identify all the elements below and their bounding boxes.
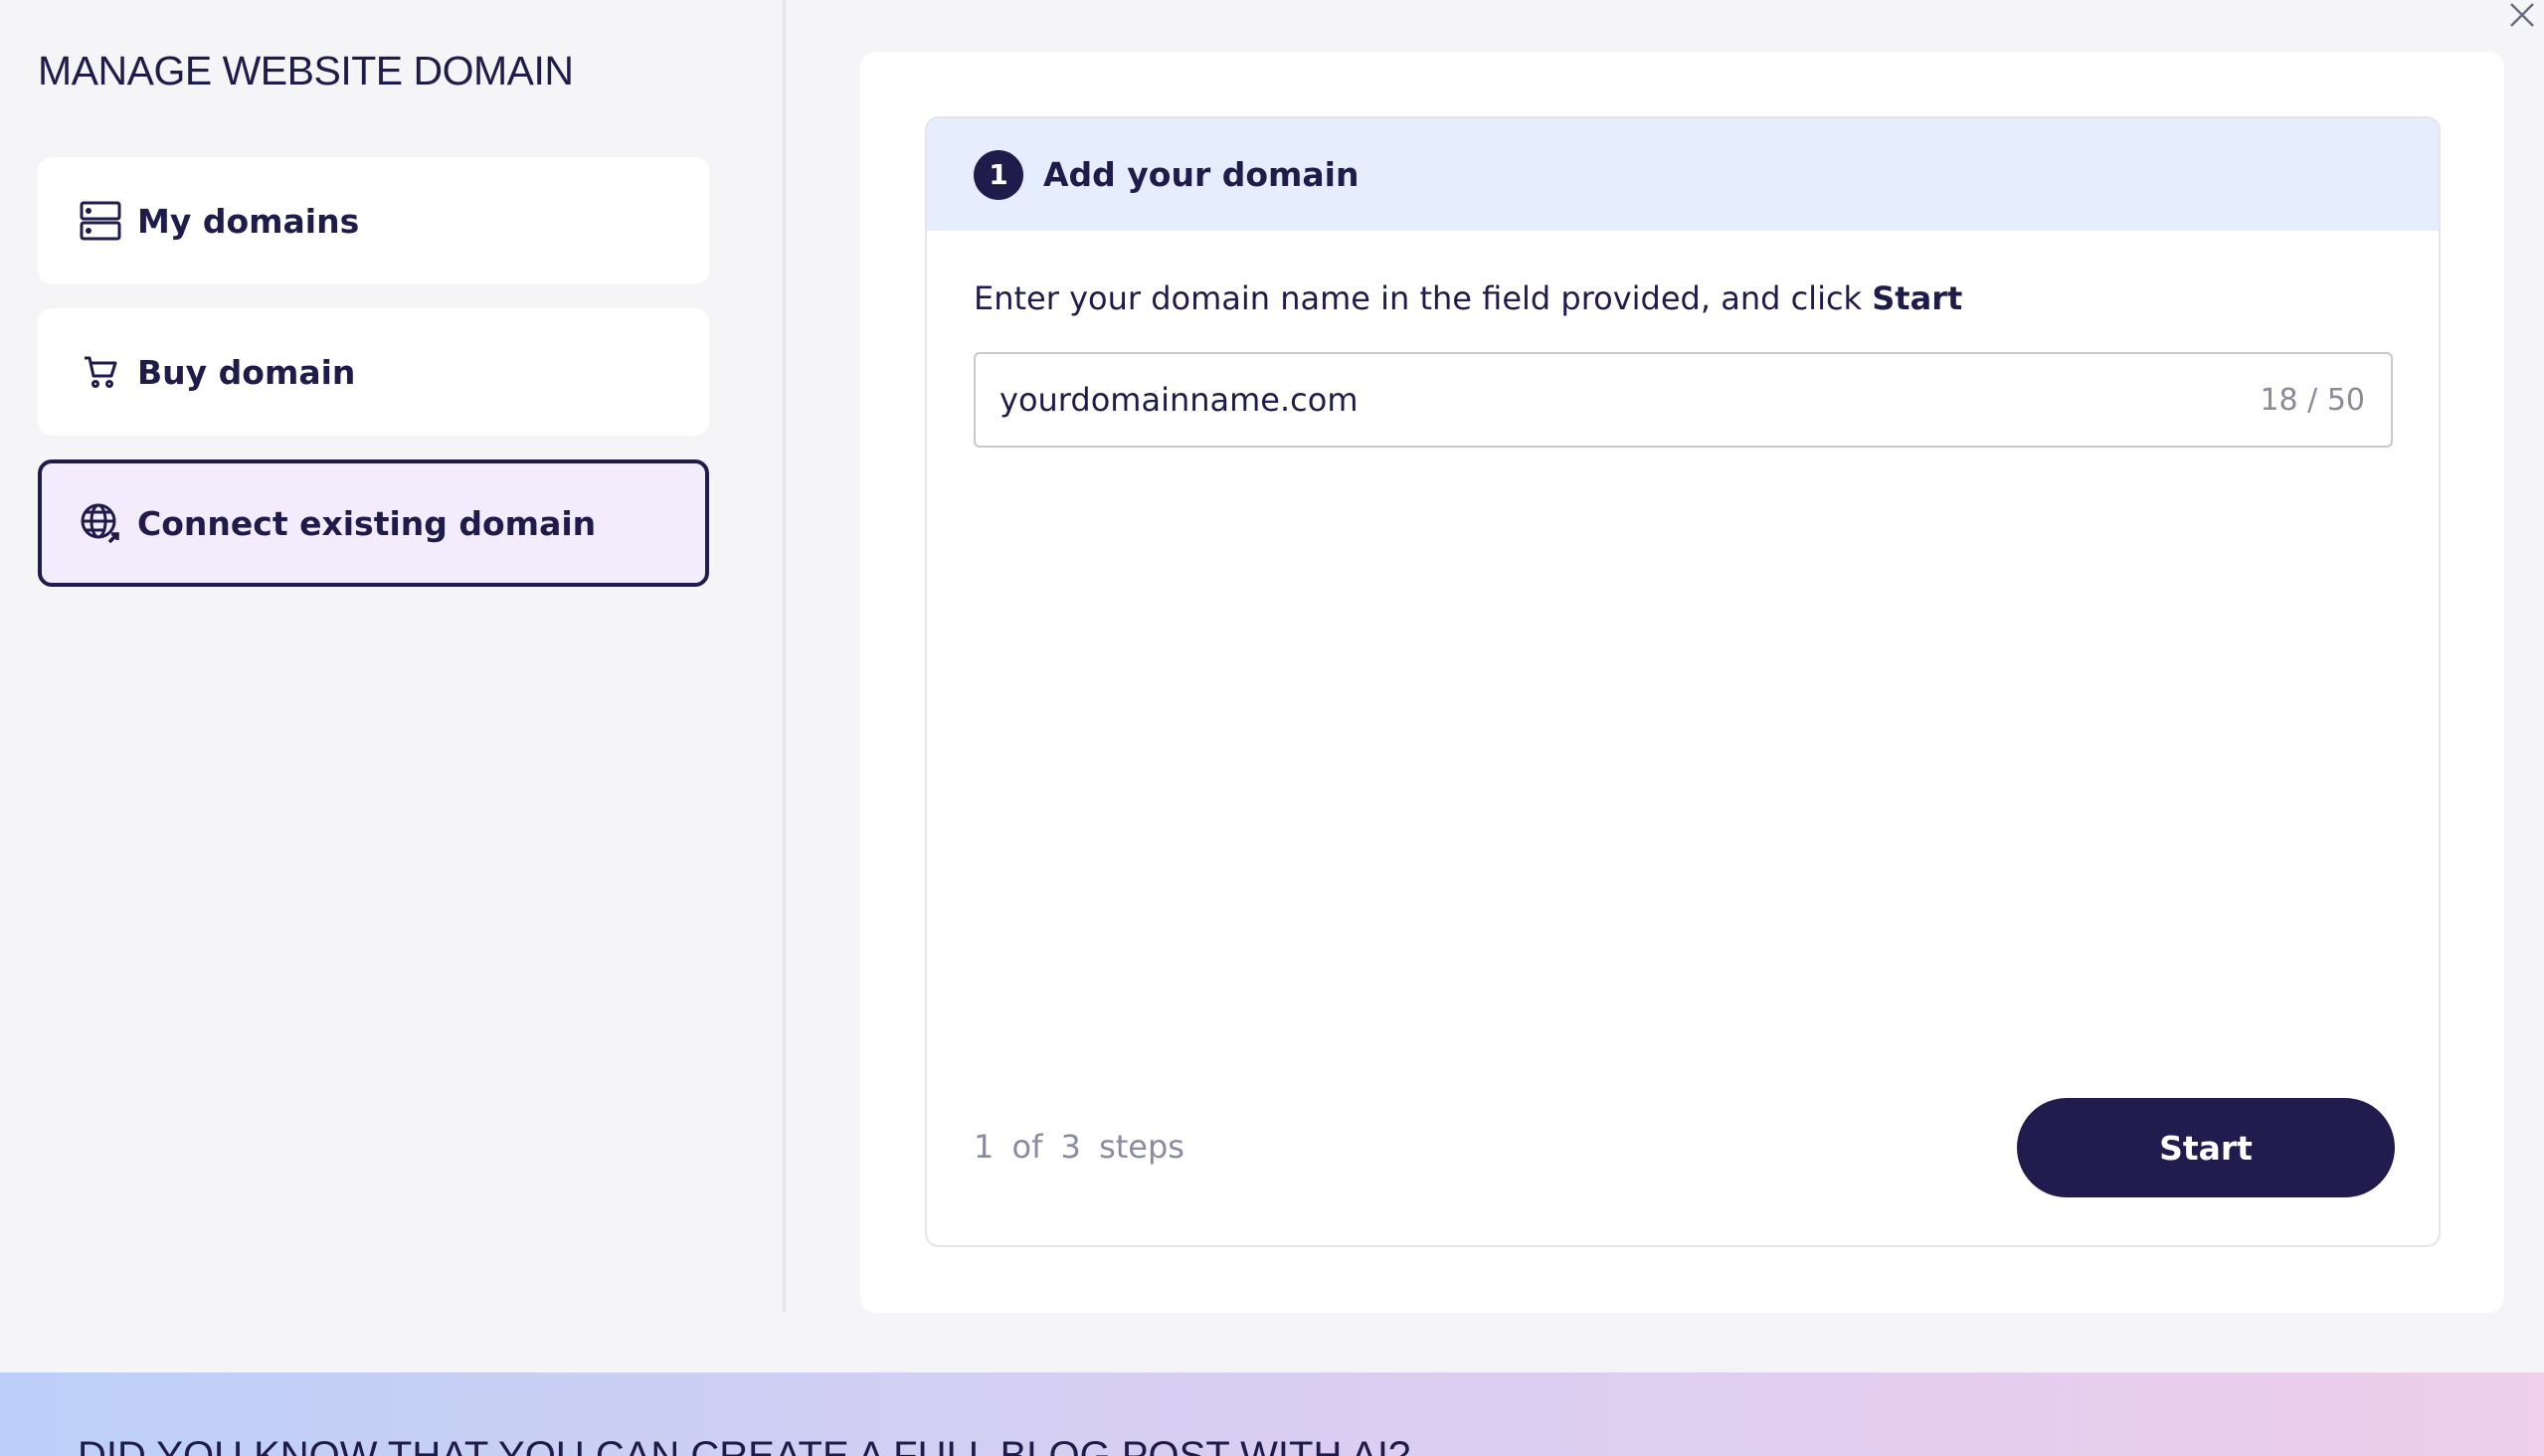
- domain-input[interactable]: [976, 354, 2261, 446]
- promo-banner: DID YOU KNOW THAT YOU CAN CREATE A FULL …: [0, 1372, 2544, 1456]
- char-counter: 18 / 50: [2260, 382, 2365, 418]
- close-icon: [2508, 1, 2536, 33]
- cart-icon: [80, 351, 121, 393]
- instruction-text: Enter your domain name in the field prov…: [974, 279, 1873, 317]
- step-header: 1 Add your domain: [927, 118, 2439, 231]
- close-button[interactable]: [2504, 0, 2540, 34]
- sidebar-title: MANAGE WEBSITE DOMAIN: [38, 48, 574, 93]
- step-card: 1 Add your domain Enter your domain name…: [925, 116, 2441, 1247]
- globe-link-icon: [80, 502, 121, 544]
- manage-domain-page: MANAGE WEBSITE DOMAIN My domains Buy dom…: [0, 0, 2544, 1456]
- step-progress: 1 of 3 steps: [974, 1128, 1184, 1166]
- sidebar-item-label: Connect existing domain: [137, 503, 597, 543]
- sidebar-item-connect-existing-domain[interactable]: Connect existing domain: [38, 459, 709, 587]
- sidebar-item-buy-domain[interactable]: Buy domain: [38, 308, 709, 436]
- banner-text: DID YOU KNOW THAT YOU CAN CREATE A FULL …: [78, 1434, 1411, 1456]
- sidebar-item-my-domains[interactable]: My domains: [38, 157, 709, 284]
- start-button[interactable]: Start: [2017, 1098, 2395, 1197]
- domain-input-wrapper: 18 / 50: [974, 352, 2393, 448]
- main-panel: 1 Add your domain Enter your domain name…: [860, 52, 2504, 1313]
- sidebar: MANAGE WEBSITE DOMAIN My domains Buy dom…: [0, 0, 786, 1313]
- step-number-badge: 1: [974, 149, 1023, 200]
- server-icon: [80, 200, 121, 242]
- sidebar-item-label: My domains: [137, 201, 360, 241]
- step-instruction: Enter your domain name in the field prov…: [974, 279, 1962, 317]
- step-title: Add your domain: [1043, 155, 1360, 194]
- instruction-bold: Start: [1872, 279, 1963, 317]
- sidebar-item-label: Buy domain: [137, 352, 356, 392]
